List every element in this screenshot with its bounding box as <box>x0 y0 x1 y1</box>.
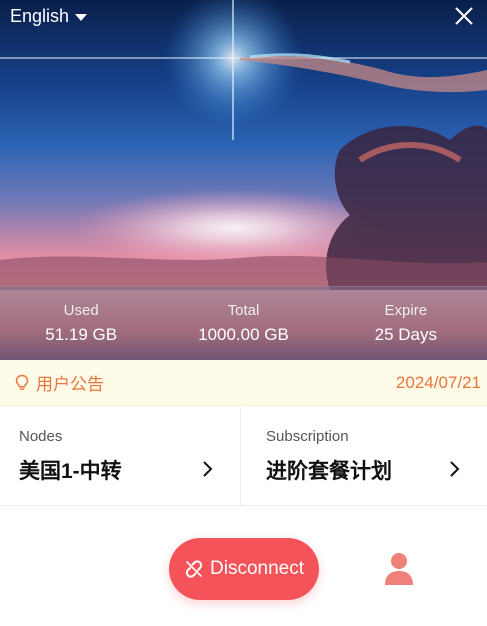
stat-label: Used <box>63 302 99 319</box>
subscription-selector[interactable]: Subscription 进阶套餐计划 <box>240 406 487 505</box>
stat-used: Used 51.19 GB <box>6 302 156 345</box>
stat-value: 25 Days <box>374 325 437 344</box>
announcement-bar[interactable]: 用户公告 2024/07/21 <box>0 360 487 406</box>
chevron-right-icon <box>450 461 460 477</box>
stat-label: Expire <box>384 302 428 319</box>
stat-value: 51.19 GB <box>45 325 118 344</box>
announcement-title: 用户公告 <box>36 375 104 394</box>
selection-panels: Nodes 美国1-中转 Subscription 进阶套餐计划 <box>0 406 487 506</box>
chevron-right-icon <box>203 461 213 477</box>
stat-label: Total <box>227 302 260 319</box>
announcement-date: 2024/07/21 <box>395 372 481 392</box>
caret-down-icon <box>75 14 88 21</box>
usage-stats: Used 51.19 GB Total 1000.00 GB Expire 25… <box>0 286 487 360</box>
stat-total: Total 1000.00 GB <box>168 302 318 345</box>
disconnect-button[interactable]: Disconnect <box>169 538 319 600</box>
language-label: English <box>10 6 70 26</box>
top-bar: English <box>0 0 487 34</box>
link-broken-icon <box>185 560 203 578</box>
lightbulb-icon <box>15 374 29 390</box>
nodes-label: Nodes <box>19 428 63 445</box>
nodes-selector[interactable]: Nodes 美国1-中转 <box>0 406 240 505</box>
subscription-label: Subscription <box>266 428 349 445</box>
stat-value: 1000.00 GB <box>198 325 289 344</box>
disconnect-label: Disconnect <box>210 558 304 579</box>
user-icon[interactable] <box>383 551 415 587</box>
stat-expire: Expire 25 Days <box>331 302 481 345</box>
language-selector[interactable]: English <box>10 6 88 27</box>
hero-banner: English Used 51.19 GB Total 1000.00 GB E… <box>0 0 487 360</box>
close-icon[interactable] <box>453 5 475 27</box>
